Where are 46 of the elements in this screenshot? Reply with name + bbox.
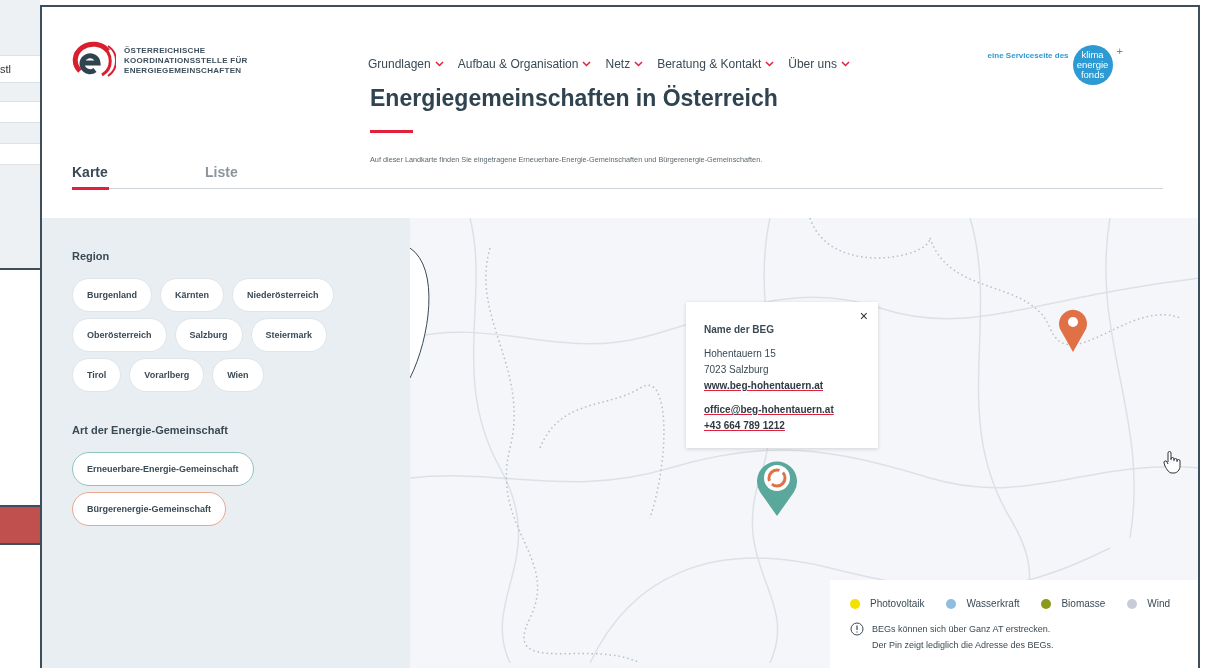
chevron-down-icon [582, 61, 592, 67]
chevron-down-icon [840, 61, 850, 67]
region-chip[interactable]: Vorarlberg [129, 358, 205, 392]
nav-link[interactable]: Aufbau & Organisation [457, 57, 592, 71]
chevron-down-icon [634, 61, 644, 67]
plus-text: + [1116, 45, 1123, 57]
nav-link[interactable]: Über uns [788, 57, 850, 71]
address-text: Hohentauern 15 [704, 347, 777, 361]
service-text: eine Serviceseite des [987, 51, 1069, 60]
type-chip[interactable]: Bürgerenergie-Gemeinschaft [72, 492, 227, 526]
section-title: Art der Energie-Gemeinschaft [72, 424, 229, 436]
section-title: Region [72, 250, 111, 262]
map-pin-icon[interactable] [754, 458, 800, 516]
accent-line [370, 130, 413, 133]
logo-text: ÖSTERREICHISCHE KOORDINATIONSSTELLE FÜR ENERGIEGEMEINSCHAFTEN [124, 46, 248, 76]
type-chip[interactable]: Erneuerbare-Energie-Gemeinschaft [72, 452, 254, 486]
chevron-down-icon [765, 61, 775, 67]
region-chip[interactable]: Oberösterreich [72, 318, 167, 352]
nav-link[interactable]: Beratung & Kontakt [657, 57, 775, 71]
text-fragment: stl [0, 55, 40, 83]
legend-label: Wind [1147, 598, 1171, 609]
nav-link[interactable]: Netz [605, 57, 644, 71]
close-button[interactable]: × [859, 308, 868, 324]
region-chip[interactable]: Burgenland [72, 278, 152, 312]
map-pin-icon[interactable] [1058, 307, 1088, 352]
region-chip[interactable]: Steiermark [250, 318, 328, 352]
legend-label: Photovoltaik [870, 598, 925, 609]
legend-label: Biomasse [1061, 598, 1106, 609]
legend-label: Wasserkraft [966, 598, 1020, 609]
address-text: 7023 Salzburg [704, 363, 770, 377]
info-icon [850, 622, 864, 636]
page-title: Energiegemeinschaften in Österreich [370, 85, 779, 112]
tab[interactable]: Karte [72, 164, 205, 190]
region-chip[interactable]: Niederösterreich [232, 278, 334, 312]
region-chip[interactable]: Kärnten [160, 278, 225, 312]
contact-link[interactable]: www.beg-hohentauern.at [704, 378, 824, 394]
hand-cursor-icon [1162, 450, 1182, 474]
region-chip[interactable]: Wien [212, 358, 264, 392]
contact-link[interactable]: +43 664 789 1212 [704, 418, 785, 434]
region-chip[interactable]: Salzburg [174, 318, 243, 352]
chevron-down-icon [434, 61, 444, 67]
contact-link[interactable]: office@beg-hohentauern.at [704, 402, 834, 418]
note-text: BEGs können sich über Ganz AT erstrecken. Der Pin zeigt lediglich die Adresse des BEGs. [872, 623, 1054, 652]
region-chip[interactable]: Tirol [72, 358, 122, 392]
nav-link[interactable]: Grundlagen [368, 57, 444, 71]
popup-title: Name der BEG [704, 323, 776, 337]
